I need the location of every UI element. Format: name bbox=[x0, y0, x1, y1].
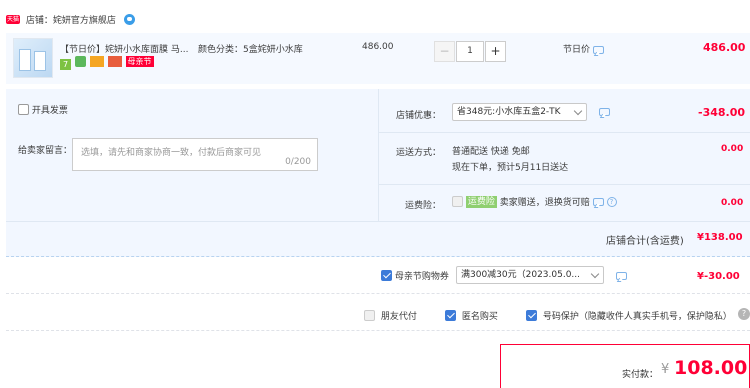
friend-pay-option: 朋友代付 bbox=[364, 309, 417, 322]
product-thumbnail[interactable] bbox=[13, 38, 53, 78]
item-unit-price: 486.00 bbox=[362, 42, 394, 52]
privacy-help-icon[interactable]: ? bbox=[738, 308, 750, 320]
discount-label: 店铺优惠： bbox=[396, 111, 442, 121]
discount-select[interactable]: 省348元:小水库五盒2-TK bbox=[452, 103, 587, 121]
insurance-row: 运费险 卖家赠送，退换货可赔 ? bbox=[452, 195, 617, 208]
shop-label: 店铺： bbox=[25, 16, 53, 26]
insurance-label: 运费险： bbox=[405, 201, 442, 211]
promo-info-icon[interactable] bbox=[592, 45, 604, 54]
invoice-option[interactable]: 开具发票 bbox=[18, 103, 68, 116]
row-divider-3 bbox=[6, 221, 750, 222]
shipping-label: 运送方式： bbox=[396, 148, 442, 158]
insurance-amount: 0.00 bbox=[721, 198, 744, 208]
insurance-info-icon[interactable] bbox=[592, 197, 604, 206]
promo-label: 节日价 bbox=[563, 42, 604, 55]
row-divider-1 bbox=[379, 132, 750, 133]
quantity-input[interactable]: 1 bbox=[456, 41, 484, 62]
quantity-minus-button[interactable]: − bbox=[434, 41, 455, 62]
insurance-text: 卖家赠送，退换货可赔 bbox=[499, 198, 590, 208]
item-spec: 颜色分类：5盒姹妍小水库 bbox=[198, 45, 303, 55]
anonymous-option[interactable]: 匿名购买 bbox=[445, 309, 498, 322]
shipping-amount: 0.00 bbox=[721, 144, 744, 154]
guarantee-icon bbox=[74, 56, 86, 67]
shop-total-amount: ¥138.00 bbox=[697, 232, 743, 243]
mothers-day-tag: 母亲节 bbox=[125, 56, 154, 67]
friend-pay-checkbox bbox=[364, 310, 375, 321]
shop-header: 天猫 店铺：姹妍官方旗舰店 bbox=[6, 13, 306, 29]
shop-name-link[interactable]: 姹妍官方旗舰店 bbox=[53, 16, 116, 26]
discount-amount: -348.00 bbox=[698, 106, 746, 119]
item-service-tags: 7 母亲节 bbox=[60, 56, 154, 70]
privacy-option[interactable]: 号码保护（隐藏收件人真实手机号，保护隐私） bbox=[526, 309, 732, 322]
panel-divider bbox=[378, 89, 379, 221]
voucher-select[interactable]: 满300减30元（2023.05.0... bbox=[456, 266, 604, 284]
voucher-amount: ¥-30.00 bbox=[697, 271, 740, 282]
payment-amount: 108.00 bbox=[674, 357, 748, 379]
message-label: 给卖家留言： bbox=[18, 146, 73, 156]
quantity-plus-button[interactable]: + bbox=[485, 41, 506, 62]
voucher-row bbox=[6, 260, 750, 294]
voucher-option[interactable]: 母亲节购物券 bbox=[381, 269, 449, 282]
shop-total-label: 店铺合计(含运费) bbox=[606, 236, 684, 247]
wangwang-icon[interactable] bbox=[123, 14, 135, 25]
card-icon bbox=[89, 56, 104, 67]
invoice-checkbox[interactable] bbox=[18, 104, 29, 115]
shipping-method: 普通配送 快递 免邮 bbox=[452, 147, 530, 157]
shipping-eta: 现在下单，预计5月11日送达 bbox=[452, 163, 569, 173]
item-title-link[interactable]: 【节日价】姹妍小水库面膜 马... bbox=[60, 42, 190, 55]
item-subtotal: 486.00 bbox=[703, 41, 746, 54]
privacy-checkbox[interactable] bbox=[526, 310, 537, 321]
discount-info-icon[interactable] bbox=[599, 107, 610, 117]
insurance-checkbox bbox=[452, 196, 463, 207]
voucher-checkbox[interactable] bbox=[381, 270, 392, 281]
payment-label: 实付款： bbox=[622, 370, 659, 380]
message-counter: 0/200 bbox=[285, 157, 311, 167]
insurance-tag: 运费险 bbox=[465, 195, 497, 208]
voucher-info-icon[interactable] bbox=[616, 271, 627, 281]
tmall-badge: 天猫 bbox=[6, 15, 21, 24]
row-divider-2 bbox=[379, 184, 750, 185]
insurance-help-icon[interactable]: ? bbox=[606, 196, 617, 207]
anonymous-checkbox[interactable] bbox=[445, 310, 456, 321]
payment-currency: ¥ bbox=[661, 362, 670, 377]
message-placeholder: 选填，请先和商家协商一致，付款后商家可见 bbox=[81, 148, 262, 158]
seven-day-return-icon: 7 bbox=[60, 59, 71, 70]
message-textarea[interactable]: 选填，请先和商家协商一致，付款后商家可见 0/200 bbox=[72, 138, 318, 171]
credit-card-icon bbox=[107, 56, 122, 67]
